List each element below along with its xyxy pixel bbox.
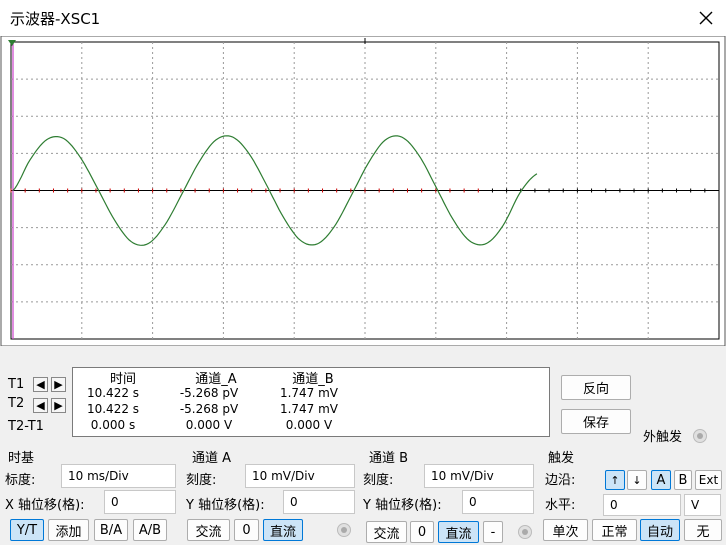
ext-trigger-label: 外触发	[643, 430, 683, 445]
readout-t2-ch-b: 1.747 mV	[279, 402, 339, 416]
trigger-level-unit[interactable]: V	[684, 494, 721, 516]
window-title: 示波器-XSC1	[10, 10, 101, 28]
measurement-readout: 时间 通道_A 通道_B 10.422 s -5.268 pV 1.747 mV…	[72, 367, 550, 437]
trigger-title: 触发	[548, 451, 575, 466]
trigger-single-button[interactable]: 单次	[543, 519, 588, 541]
t1-left-button[interactable]: ◀	[33, 377, 48, 392]
channel-a-title: 通道 A	[192, 451, 232, 466]
timebase-scale-field[interactable]: 10 ms/Div	[61, 464, 176, 488]
channel-b-ypos-label: Y 轴位移(格):	[363, 498, 442, 513]
channel-b-ac-button[interactable]: 交流	[366, 521, 407, 543]
trigger-falling-edge-button[interactable]: ↓	[627, 470, 647, 490]
readout-header-ch-b: 通道_B	[292, 372, 334, 387]
trigger-level-label: 水平:	[545, 498, 576, 513]
readout-header-time: 时间	[109, 372, 136, 387]
trigger-source-ext-button[interactable]: Ext	[695, 470, 722, 490]
channel-b-zero-button[interactable]: 0	[410, 521, 434, 543]
cursor-t2t1-label: T2-T1	[8, 419, 44, 434]
reverse-button[interactable]: 反向	[561, 375, 631, 400]
oscilloscope-plot	[0, 36, 726, 346]
t2-left-button[interactable]: ◀	[33, 398, 48, 413]
channel-a-ypos-label: Y 轴位移(格):	[186, 498, 265, 513]
arrow-right-icon: ▶	[54, 378, 63, 391]
mode-ba-button[interactable]: B/A	[94, 519, 128, 541]
channel-b-scale-label: 刻度:	[363, 473, 394, 488]
arrow-right-icon: ▶	[54, 399, 63, 412]
readout-delta-ch-b: 0.000 V	[285, 418, 333, 432]
channel-b-scale-field[interactable]: 10 mV/Div	[424, 464, 534, 488]
channel-b-radio[interactable]	[518, 525, 532, 539]
channel-b-title: 通道 B	[369, 451, 409, 466]
readout-header-ch-a: 通道_A	[195, 372, 237, 387]
cursor-t1-label: T1	[8, 377, 25, 392]
timebase-title: 时基	[8, 451, 35, 466]
channel-b-dc-button[interactable]: 直流	[438, 521, 479, 543]
arrow-left-icon: ◀	[36, 378, 45, 391]
trigger-source-a-button[interactable]: A	[651, 470, 671, 490]
trigger-rising-edge-button[interactable]: ↑	[605, 470, 625, 490]
readout-delta-ch-a: 0.000 V	[185, 418, 233, 432]
channel-a-ypos-field[interactable]: 0	[283, 490, 355, 514]
readout-t1-ch-a: -5.268 pV	[179, 386, 239, 400]
cursor-t2-label: T2	[8, 396, 25, 411]
channel-a-scale-label: 刻度:	[186, 473, 217, 488]
save-button[interactable]: 保存	[561, 409, 631, 434]
trigger-auto-button[interactable]: 自动	[640, 519, 680, 541]
readout-t2-time: 10.422 s	[86, 402, 140, 416]
trigger-edge-label: 边沿:	[545, 473, 576, 488]
readout-t2-ch-a: -5.268 pV	[179, 402, 239, 416]
mode-yt-button[interactable]: Y/T	[10, 519, 44, 541]
channel-b-ypos-field[interactable]: 0	[462, 490, 534, 514]
timebase-scale-label: 标度:	[5, 473, 36, 488]
channel-a-radio[interactable]	[337, 523, 351, 537]
close-icon	[699, 11, 713, 25]
title-bar: 示波器-XSC1	[0, 0, 726, 36]
trigger-normal-button[interactable]: 正常	[592, 519, 637, 541]
channel-a-zero-button[interactable]: 0	[234, 519, 259, 541]
timebase-xpos-field[interactable]: 0	[104, 490, 176, 514]
trigger-source-b-button[interactable]: B	[674, 470, 692, 490]
rising-edge-icon: ↑	[610, 473, 620, 487]
close-button[interactable]	[690, 2, 722, 34]
channel-a-dc-button[interactable]: 直流	[263, 519, 303, 541]
ext-trigger-radio[interactable]	[693, 429, 707, 443]
trigger-level-field[interactable]: 0	[603, 494, 681, 516]
mode-add-button[interactable]: 添加	[48, 519, 89, 541]
oscilloscope-screen[interactable]	[0, 36, 726, 346]
trigger-none-button[interactable]: 无	[684, 519, 722, 541]
channel-a-ac-button[interactable]: 交流	[187, 519, 230, 541]
falling-edge-icon: ↓	[632, 473, 642, 487]
timebase-xpos-label: X 轴位移(格):	[5, 498, 85, 513]
arrow-left-icon: ◀	[36, 399, 45, 412]
mode-ab-button[interactable]: A/B	[133, 519, 167, 541]
readout-t1-time: 10.422 s	[86, 386, 140, 400]
channel-b-invert-button[interactable]: -	[483, 521, 503, 543]
readout-delta-time: 0.000 s	[90, 418, 136, 432]
channel-a-scale-field[interactable]: 10 mV/Div	[245, 464, 355, 488]
readout-t1-ch-b: 1.747 mV	[279, 386, 339, 400]
